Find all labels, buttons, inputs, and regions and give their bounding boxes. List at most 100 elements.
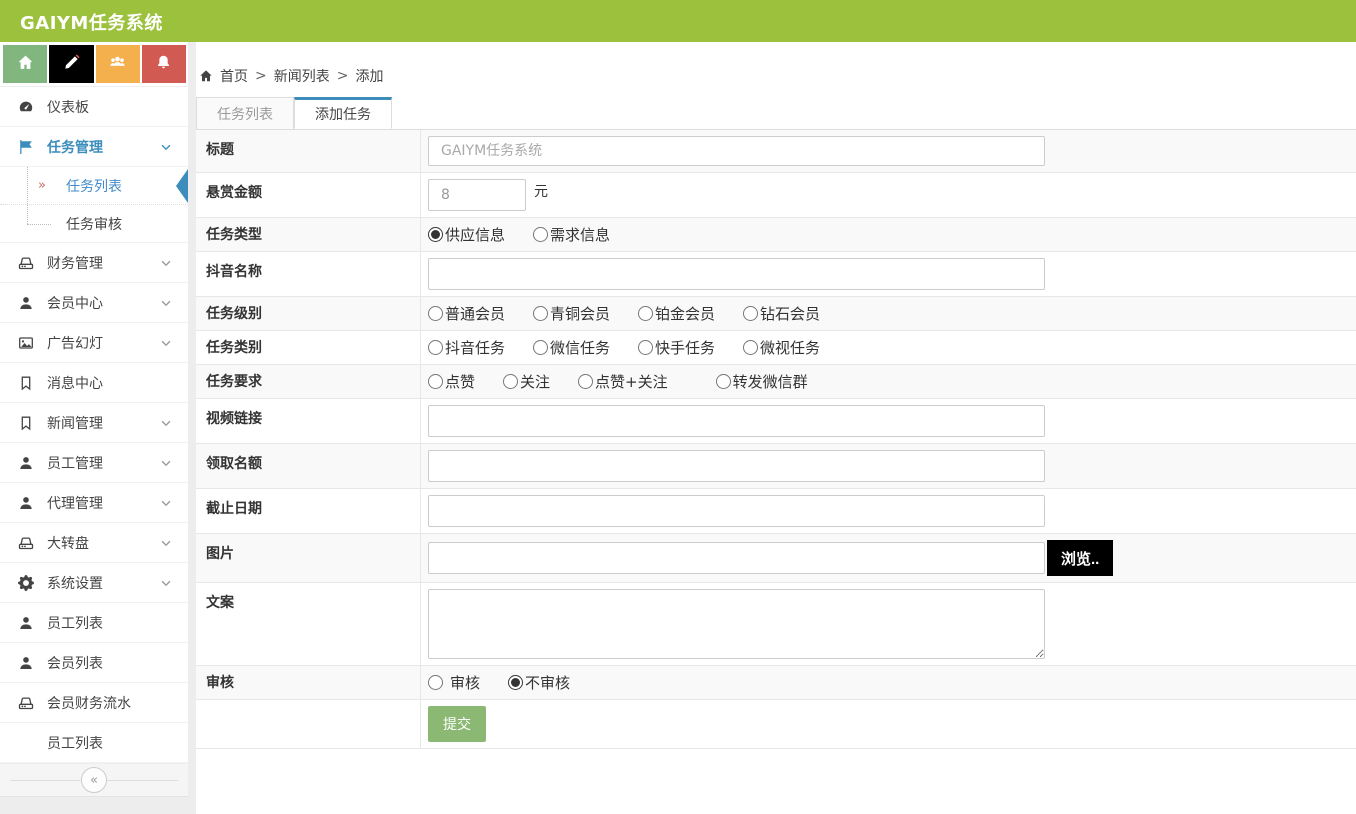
sidebar-item-finance-management[interactable]: 财务管理 [0, 243, 188, 283]
quota-input[interactable] [428, 450, 1045, 482]
audit-radio-yes[interactable]: 审核 [428, 672, 480, 693]
bookmark-icon [18, 415, 34, 431]
sidebar-item-label: 仪表板 [47, 97, 173, 117]
sidebar-toolbar [0, 42, 188, 87]
field-label: 领取名额 [196, 444, 421, 488]
add-task-form: 标题 悬赏金额 元 任务类型 供应信息 需求信息 [196, 130, 1356, 749]
bookmark-icon [18, 375, 34, 391]
notifications-button[interactable] [142, 45, 186, 83]
edit-button[interactable] [49, 45, 93, 83]
task-level-radio-normal[interactable]: 普通会员 [428, 303, 505, 324]
form-row-deadline: 截止日期 [196, 489, 1356, 534]
sidebar-item-news-management[interactable]: 新闻管理 [0, 403, 188, 443]
task-level-radio-platinum[interactable]: 铂金会员 [638, 303, 715, 324]
douyin-name-input[interactable] [428, 258, 1045, 290]
sidebar-item-label: 员工管理 [47, 453, 159, 473]
form-row-image: 图片 浏览.. [196, 534, 1356, 583]
hdd-icon [18, 695, 34, 711]
currency-unit-label: 元 [534, 181, 548, 201]
task-level-radio-diamond[interactable]: 钻石会员 [743, 303, 820, 324]
task-category-radio-weishi[interactable]: 微视任务 [743, 337, 820, 358]
user-icon [18, 295, 34, 311]
sidebar-item-message-center[interactable]: 消息中心 [0, 363, 188, 403]
field-label: 文案 [196, 583, 421, 665]
hdd-icon [18, 535, 34, 551]
breadcrumb-home-link[interactable]: 首页 [220, 66, 248, 86]
video-link-input[interactable] [428, 405, 1045, 437]
flag-icon [18, 139, 34, 155]
task-req-radio-like-follow[interactable]: 点赞+关注 [578, 371, 668, 392]
sidebar-item-staff-list[interactable]: 员工列表 [0, 603, 188, 643]
task-management-submenu: » 任务列表 任务审核 [0, 167, 188, 243]
tree-connector [27, 224, 51, 225]
task-req-radio-forward-group[interactable]: 转发微信群 [716, 371, 808, 392]
sidebar-item-member-center[interactable]: 会员中心 [0, 283, 188, 323]
image-path-input[interactable] [428, 542, 1045, 574]
gear-icon [18, 575, 34, 591]
home-icon [199, 69, 213, 83]
submit-button[interactable]: 提交 [428, 706, 486, 742]
form-row-copywriting: 文案 [196, 583, 1356, 666]
sidebar-item-dashboard[interactable]: 仪表板 [0, 87, 188, 127]
user-icon [18, 615, 34, 631]
sidebar-item-label: 广告幻灯 [47, 333, 159, 353]
hdd-icon [18, 255, 34, 271]
breadcrumb-news-list-link[interactable]: 新闻列表 [274, 66, 330, 86]
sidebar-item-member-finance-flow[interactable]: 会员财务流水 [0, 683, 188, 723]
form-row-quota: 领取名额 [196, 444, 1356, 489]
task-type-radio-supply[interactable]: 供应信息 [428, 224, 505, 245]
form-row-reward: 悬赏金额 元 [196, 173, 1356, 218]
task-category-radio-wechat[interactable]: 微信任务 [533, 337, 610, 358]
tab-task-list[interactable]: 任务列表 [196, 97, 294, 129]
field-label: 视频链接 [196, 399, 421, 443]
title-input[interactable] [428, 136, 1045, 166]
app-title: GAIYM任务系统 [20, 9, 163, 35]
sidebar-item-system-settings[interactable]: 系统设置 [0, 563, 188, 603]
app-window: GAIYM任务系统 仪表板 任务管理 [0, 0, 1356, 814]
task-req-radio-follow[interactable]: 关注 [503, 371, 550, 392]
users-button[interactable] [96, 45, 140, 83]
sidebar-collapse-button[interactable]: « [81, 767, 107, 793]
form-row-audit: 审核 审核 不审核 [196, 666, 1356, 700]
field-label: 任务要求 [196, 365, 421, 398]
sidebar-menu: 仪表板 任务管理 » 任务列表 任务审核 财务管理 [0, 87, 188, 763]
task-type-radio-demand[interactable]: 需求信息 [533, 224, 610, 245]
image-icon [18, 335, 34, 351]
task-category-radio-douyin[interactable]: 抖音任务 [428, 337, 505, 358]
copywriting-textarea[interactable] [428, 589, 1045, 659]
sidebar-item-staff-list-sub[interactable]: 员工列表 [0, 723, 188, 763]
browse-button[interactable]: 浏览.. [1047, 540, 1113, 576]
sidebar-item-label: 任务列表 [66, 176, 122, 196]
task-req-radio-like[interactable]: 点赞 [428, 371, 475, 392]
sidebar-item-label: 会员列表 [47, 653, 173, 673]
task-category-radio-kuaishou[interactable]: 快手任务 [638, 337, 715, 358]
field-label: 标题 [196, 130, 421, 172]
sidebar-item-label: 会员财务流水 [47, 693, 173, 713]
tab-add-task[interactable]: 添加任务 [294, 97, 392, 129]
sidebar-item-ad-slides[interactable]: 广告幻灯 [0, 323, 188, 363]
users-icon [109, 54, 126, 74]
form-row-video-link: 视频链接 [196, 399, 1356, 444]
sidebar-item-task-audit[interactable]: 任务审核 [0, 205, 188, 243]
sidebar-item-agent-management[interactable]: 代理管理 [0, 483, 188, 523]
audit-radio-no[interactable]: 不审核 [508, 672, 570, 693]
breadcrumb-separator: > [255, 68, 267, 84]
sidebar-item-label: 任务审核 [66, 214, 122, 234]
chevron-down-icon [159, 296, 173, 310]
form-row-task-category: 任务类别 抖音任务 微信任务 快手任务 微视任务 [196, 331, 1356, 365]
home-button[interactable] [3, 45, 47, 83]
sidebar-item-wheel[interactable]: 大转盘 [0, 523, 188, 563]
chevron-down-icon [159, 140, 173, 154]
sidebar-item-task-list[interactable]: » 任务列表 [0, 167, 188, 205]
field-label: 抖音名称 [196, 252, 421, 296]
reward-amount-input[interactable] [428, 179, 526, 211]
deadline-input[interactable] [428, 495, 1045, 527]
field-label: 图片 [196, 534, 421, 582]
sidebar-item-label: 系统设置 [47, 573, 159, 593]
sidebar-item-task-management[interactable]: 任务管理 [0, 127, 188, 167]
chevron-down-icon [159, 256, 173, 270]
sidebar-item-staff-management[interactable]: 员工管理 [0, 443, 188, 483]
task-level-radio-bronze[interactable]: 青铜会员 [533, 303, 610, 324]
form-row-task-requirement: 任务要求 点赞 关注 点赞+关注 转发微信群 [196, 365, 1356, 399]
sidebar-item-member-list[interactable]: 会员列表 [0, 643, 188, 683]
